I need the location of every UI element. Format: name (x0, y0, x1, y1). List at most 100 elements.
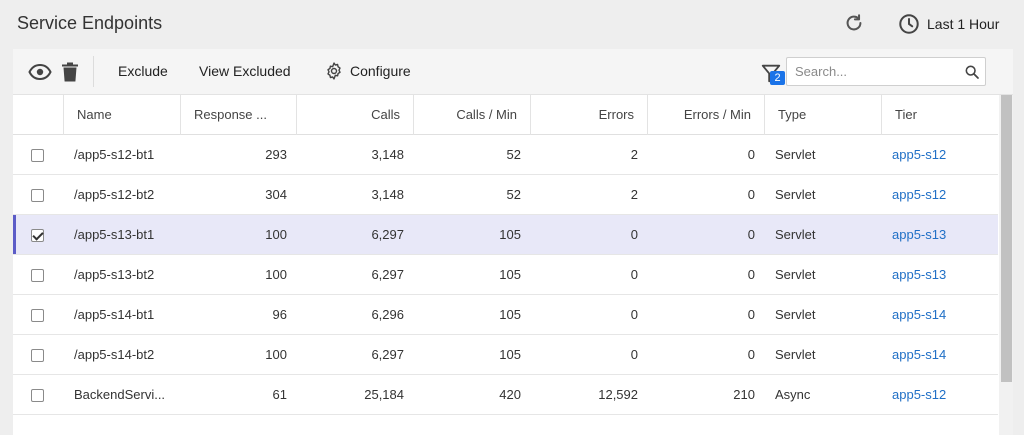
table-header: Name Response ... Calls Calls / Min Erro… (13, 95, 998, 135)
page-title: Service Endpoints (17, 13, 163, 33)
cell-response-time: 100 (265, 267, 287, 282)
cell-name: /app5-s13-bt2 (74, 267, 155, 282)
col-header-errors-per-min[interactable]: Errors / Min (648, 95, 765, 135)
table-row[interactable]: /app5-s14-bt2 100 6,297 105 0 0 Servlet app5-s1… (13, 335, 998, 375)
cell-name: /app5-s14-bt2 (74, 347, 155, 362)
row-checkbox[interactable] (31, 229, 44, 242)
gear-icon (327, 62, 341, 80)
refresh-icon (846, 14, 862, 31)
table-row[interactable]: BackendServi... 61 25,184 420 12,592 210 Async… (13, 375, 998, 415)
cell-errors-per-min: 0 (747, 187, 755, 202)
configure-label: Configure (350, 63, 411, 79)
cell-errors: 12,592 (598, 387, 638, 402)
cell-errors: 0 (630, 227, 638, 242)
cell-tier-link[interactable]: app5-s13 (882, 255, 998, 294)
row-checkbox[interactable] (31, 309, 44, 322)
scrollbar-thumb[interactable] (1001, 95, 1012, 382)
cell-response-time: 293 (265, 147, 287, 162)
row-checkbox[interactable] (31, 269, 44, 282)
time-range-button[interactable]: Last 1 Hour (898, 12, 999, 36)
cell-tier-link[interactable]: app5-s12 (882, 135, 998, 174)
cell-errors-per-min: 0 (747, 227, 755, 242)
search-box (786, 57, 986, 86)
toolbar: Exclude View Excluded Configure 2 (13, 49, 1013, 95)
cell-response-time: 61 (272, 387, 287, 402)
cell-type: Servlet (775, 187, 816, 202)
trash-icon (62, 62, 78, 82)
col-header-type[interactable]: Type (765, 95, 882, 135)
delete-button[interactable] (58, 60, 82, 84)
time-range-label: Last 1 Hour (927, 16, 1000, 32)
col-header-calls[interactable]: Calls (297, 95, 414, 135)
cell-calls-per-min: 105 (499, 227, 521, 242)
page-header: Service Endpoints Last 1 Hour (0, 0, 1024, 48)
cell-calls: 3,148 (371, 147, 404, 162)
col-header-errors[interactable]: Errors (531, 95, 648, 135)
table-row[interactable]: /app5-s12-bt2 304 3,148 52 2 0 Servlet app5-s12 (13, 175, 998, 215)
table-body: /app5-s12-bt1 293 3,148 52 2 0 Servlet app5-s12… (13, 135, 998, 415)
cell-type: Servlet (775, 227, 816, 242)
cell-errors-per-min: 0 (747, 307, 755, 322)
col-header-tier[interactable]: Tier (882, 95, 998, 135)
cell-calls-per-min: 420 (499, 387, 521, 402)
clock-icon (899, 14, 919, 34)
configure-button[interactable]: Configure (324, 61, 411, 81)
cell-tier-link[interactable]: app5-s14 (882, 295, 998, 334)
cell-tier-link[interactable]: app5-s13 (882, 215, 998, 254)
endpoints-table: Name Response ... Calls Calls / Min Erro… (13, 95, 998, 415)
col-header-response[interactable]: Response ... (181, 95, 297, 135)
cell-calls: 6,297 (371, 267, 404, 282)
cell-errors: 2 (630, 187, 638, 202)
cell-calls: 25,184 (364, 387, 404, 402)
cell-calls-per-min: 105 (499, 347, 521, 362)
cell-type: Servlet (775, 267, 816, 282)
cell-errors-per-min: 0 (747, 267, 755, 282)
row-checkbox[interactable] (31, 349, 44, 362)
cell-response-time: 100 (265, 347, 287, 362)
cell-name: /app5-s13-bt1 (74, 227, 155, 242)
cell-type: Servlet (775, 307, 816, 322)
cell-calls-per-min: 52 (506, 187, 521, 202)
cell-errors: 0 (630, 347, 638, 362)
toolbar-separator (93, 56, 94, 87)
cell-errors: 0 (630, 307, 638, 322)
cell-calls-per-min: 52 (506, 147, 521, 162)
col-header-calls-per-min[interactable]: Calls / Min (414, 95, 531, 135)
cell-calls: 3,148 (371, 187, 404, 202)
exclude-button[interactable]: Exclude (118, 63, 168, 79)
table-row[interactable]: /app5-s13-bt2 100 6,297 105 0 0 Servlet app5-s1… (13, 255, 998, 295)
view-excluded-button[interactable]: View Excluded (199, 63, 291, 79)
cell-calls-per-min: 105 (499, 307, 521, 322)
row-checkbox[interactable] (31, 389, 44, 402)
table-row[interactable]: /app5-s14-bt1 96 6,296 105 0 0 Servlet app5-s14 (13, 295, 998, 335)
cell-response-time: 100 (265, 227, 287, 242)
header-checkbox-cell (13, 95, 64, 135)
cell-tier-link[interactable]: app5-s12 (882, 375, 998, 414)
search-input[interactable] (795, 62, 955, 81)
cell-errors-per-min: 0 (747, 147, 755, 162)
cell-tier-link[interactable]: app5-s14 (882, 335, 998, 374)
row-checkbox[interactable] (31, 149, 44, 162)
row-checkbox[interactable] (31, 189, 44, 202)
cell-response-time: 304 (265, 187, 287, 202)
filter-count-badge: 2 (770, 71, 785, 85)
cell-type: Servlet (775, 347, 816, 362)
table-row[interactable]: /app5-s12-bt1 293 3,148 52 2 0 Servlet app5-s12 (13, 135, 998, 175)
cell-type: Async (775, 387, 811, 402)
cell-name: /app5-s12-bt2 (74, 187, 155, 202)
view-button[interactable] (28, 60, 52, 84)
cell-calls-per-min: 105 (499, 267, 521, 282)
table-row[interactable]: /app5-s13-bt1 100 6,297 105 0 0 Servlet app5-s1… (13, 215, 998, 255)
cell-tier-link[interactable]: app5-s12 (882, 175, 998, 214)
cell-calls: 6,296 (371, 307, 404, 322)
refresh-button[interactable] (843, 12, 865, 34)
cell-errors: 0 (630, 267, 638, 282)
cell-errors-per-min: 0 (747, 347, 755, 362)
cell-calls: 6,297 (371, 347, 404, 362)
col-header-name[interactable]: Name (64, 95, 181, 135)
cell-type: Servlet (775, 147, 816, 162)
search-icon[interactable] (964, 64, 980, 80)
cell-errors-per-min: 210 (733, 387, 755, 402)
eye-icon (28, 63, 52, 81)
vertical-scrollbar[interactable] (999, 95, 1013, 435)
